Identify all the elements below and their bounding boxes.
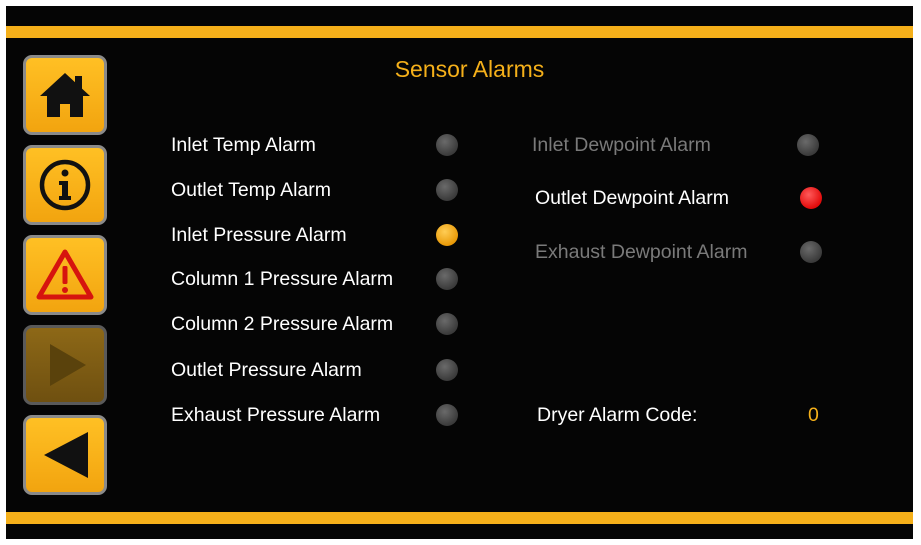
alarm-label-outlet-dewpoint: Outlet Dewpoint Alarm	[535, 187, 730, 209]
bottom-accent-bar	[6, 512, 913, 524]
hmi-screen: Sensor Alarms Inlet Temp Alarm Outlet Te…	[6, 6, 913, 539]
top-accent-bar	[6, 26, 913, 38]
alarm-label-inlet-pressure: Inlet Pressure Alarm	[171, 224, 347, 246]
alarm-label-exhaust-pressure: Exhaust Pressure Alarm	[171, 404, 381, 426]
alarm-label-exhaust-dewpoint: Exhaust Dewpoint Alarm	[535, 241, 748, 263]
dryer-alarm-code-value: 0	[808, 404, 819, 426]
alarm-label-inlet-temp: Inlet Temp Alarm	[171, 134, 316, 156]
dryer-alarm-code-label: Dryer Alarm Code:	[537, 404, 698, 426]
alarm-label-column2-pressure: Column 2 Pressure Alarm	[171, 313, 394, 335]
alarm-label-outlet-temp: Outlet Temp Alarm	[171, 179, 332, 201]
alarm-label-outlet-pressure: Outlet Pressure Alarm	[171, 359, 362, 381]
back-button[interactable]	[23, 415, 107, 495]
warning-icon	[36, 249, 94, 300]
inlet-dewpoint-status-led	[797, 134, 819, 156]
exhaust-pressure-status-led	[436, 404, 458, 426]
inlet-temp-status-led	[436, 134, 458, 156]
column2-pressure-status-led	[436, 313, 458, 335]
outlet-pressure-status-led	[436, 359, 458, 381]
page-title: Sensor Alarms	[394, 56, 545, 82]
next-button[interactable]	[23, 325, 107, 405]
info-icon	[39, 159, 91, 211]
exhaust-dewpoint-status-led	[800, 241, 822, 263]
inlet-pressure-status-led	[436, 224, 458, 246]
play-icon	[50, 344, 86, 386]
outlet-temp-status-led	[436, 179, 458, 201]
alarm-label-column1-pressure: Column 1 Pressure Alarm	[171, 268, 394, 290]
alarm-label-inlet-dewpoint: Inlet Dewpoint Alarm	[532, 134, 711, 156]
back-arrow-icon	[44, 432, 88, 478]
info-button[interactable]	[23, 145, 107, 225]
column1-pressure-status-led	[436, 268, 458, 290]
alarms-button[interactable]	[23, 235, 107, 315]
outlet-dewpoint-status-led	[800, 187, 822, 209]
